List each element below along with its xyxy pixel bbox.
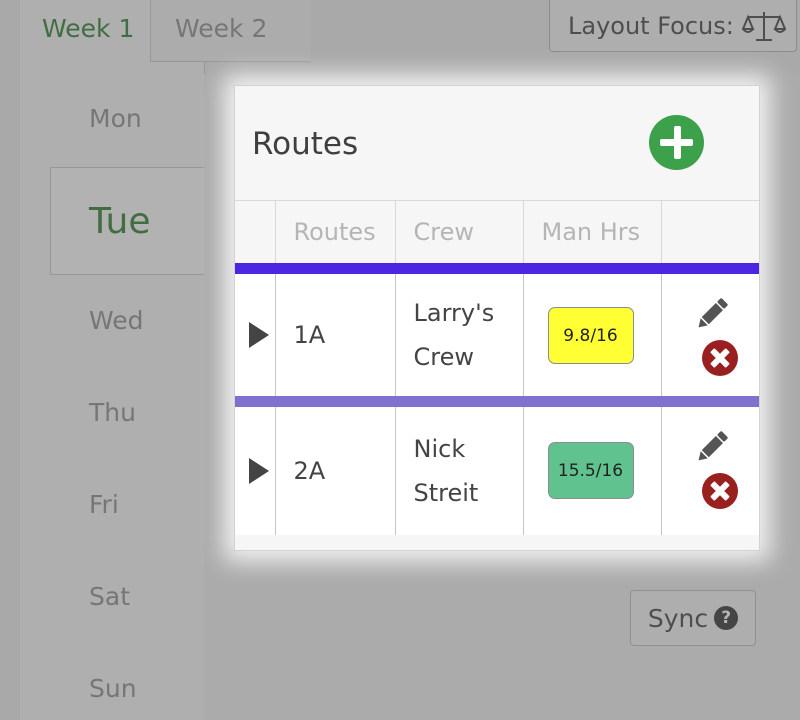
pencil-icon[interactable] — [692, 294, 732, 334]
crew-cell: Nick Streit — [395, 396, 524, 535]
expand-cell[interactable] — [235, 263, 276, 402]
col-man-hrs-header[interactable]: Man Hrs — [523, 200, 662, 269]
expand-arrow-icon[interactable] — [249, 322, 269, 348]
col-actions-header — [661, 200, 759, 269]
panel-title: Routes — [252, 126, 359, 162]
crew-cell: Larry's Crew — [395, 263, 524, 402]
table-header: Routes Crew Man Hrs — [235, 200, 759, 269]
man-hrs-cell: 15.5/16 — [523, 396, 662, 535]
expand-cell[interactable] — [235, 396, 276, 535]
plus-circle-icon[interactable] — [649, 115, 704, 170]
col-crew-header[interactable]: Crew — [395, 200, 524, 269]
routes-table: Routes Crew Man Hrs 1A Larry's Crew 9.8/… — [235, 200, 759, 535]
route-cell: 1A — [275, 263, 396, 402]
table-row[interactable]: 1A Larry's Crew 9.8/16 — [235, 263, 759, 402]
crew-name-line1: Larry's — [413, 299, 495, 327]
man-hrs-cell: 9.8/16 — [523, 263, 662, 402]
actions-cell — [661, 263, 759, 402]
crew-name-line2: Crew — [413, 343, 475, 371]
pencil-icon[interactable] — [692, 427, 732, 467]
route-cell: 2A — [275, 396, 396, 535]
man-hrs-badge: 15.5/16 — [547, 442, 634, 500]
table-row[interactable]: 2A Nick Streit 15.5/16 — [235, 396, 759, 535]
app-window: Week 1 Week 2 Layout Focus: Mon Tue Wed … — [0, 0, 800, 720]
expand-arrow-icon[interactable] — [249, 457, 269, 484]
delete-icon[interactable] — [701, 340, 738, 376]
routes-panel: Routes Routes Crew Man Hrs 1A Larry's Cr… — [234, 85, 760, 551]
crew-name-line1: Nick — [413, 434, 466, 463]
actions-cell — [661, 396, 759, 535]
crew-name-line2: Streit — [413, 478, 479, 507]
delete-icon[interactable] — [701, 473, 738, 509]
col-routes-header[interactable]: Routes — [275, 200, 396, 269]
col-expand-header — [235, 200, 276, 269]
man-hrs-badge: 9.8/16 — [547, 306, 634, 364]
